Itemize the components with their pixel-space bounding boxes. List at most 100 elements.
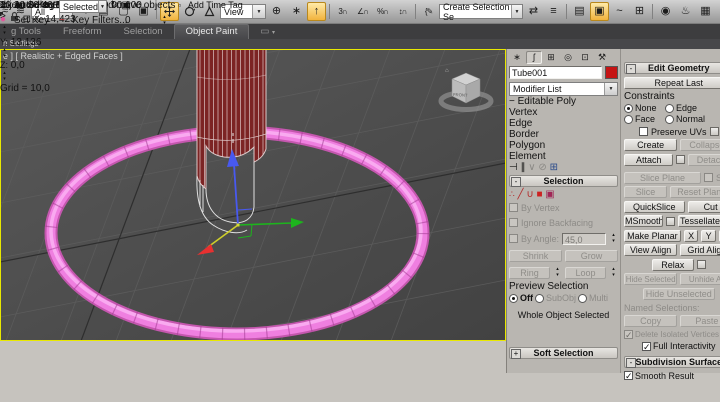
- ring-spinner[interactable]: ▴▾: [553, 267, 562, 279]
- make-planar-button[interactable]: Make Planar: [624, 230, 681, 242]
- tab-display[interactable]: ⊡: [577, 51, 593, 64]
- by-angle-checkbox[interactable]: [509, 234, 518, 243]
- layer-list-button[interactable]: ▤: [570, 2, 589, 21]
- collapse-icon[interactable]: −: [509, 96, 515, 107]
- named-selection-sets-combo[interactable]: Create Selection Se ▼: [439, 4, 523, 19]
- attach-button[interactable]: Attach: [624, 154, 673, 166]
- constraint-edge-radio[interactable]: [665, 104, 674, 113]
- element-subobject-button[interactable]: ▣: [545, 189, 554, 200]
- z-spinner[interactable]: ▴▾: [0, 71, 9, 83]
- grow-button[interactable]: Grow: [565, 250, 618, 262]
- planar-x-button[interactable]: X: [684, 230, 699, 242]
- show-end-result-button[interactable]: ∥: [521, 162, 526, 173]
- modifier-list-combo[interactable]: Modifier List ▼: [509, 82, 618, 96]
- preview-off-radio[interactable]: [509, 294, 518, 303]
- object-name-field[interactable]: Tube001: [509, 66, 602, 79]
- msmooth-settings-button[interactable]: [666, 217, 675, 226]
- keyboard-override-toggle[interactable]: ↑: [307, 2, 326, 21]
- rollout-edit-geometry[interactable]: - Edit Geometry: [624, 62, 720, 74]
- grid-align-button[interactable]: Grid Align: [680, 244, 720, 256]
- detach-button[interactable]: Detach: [688, 154, 720, 166]
- border-subobject-button[interactable]: ∪: [526, 189, 533, 200]
- curve-editor-button[interactable]: ~: [610, 2, 629, 21]
- select-and-manipulate-button[interactable]: ∗: [287, 2, 306, 21]
- viewcube-face-label[interactable]: FRONT: [453, 92, 468, 98]
- stack-item-edge[interactable]: Edge: [509, 118, 618, 129]
- material-editor-button[interactable]: ◉: [656, 2, 675, 21]
- default-tangents-button[interactable]: ~: [59, 15, 70, 28]
- collapse-button[interactable]: Collapse: [680, 139, 720, 151]
- edge-subobject-button[interactable]: ╱: [518, 189, 524, 200]
- hide-unselected-button[interactable]: Hide Unselected: [643, 288, 715, 300]
- angle-snap-toggle[interactable]: ∠∩: [353, 2, 372, 21]
- paste-button[interactable]: Paste: [680, 315, 720, 327]
- repeat-last-button[interactable]: Repeat Last: [624, 77, 720, 89]
- schematic-view-button[interactable]: ⊞: [630, 2, 649, 21]
- preview-multi-radio[interactable]: [578, 294, 587, 303]
- tab-hierarchy[interactable]: ⊞: [543, 51, 559, 64]
- cut-button[interactable]: Cut: [688, 201, 720, 213]
- by-angle-field[interactable]: 45,0: [562, 233, 606, 245]
- slice-button[interactable]: Slice: [624, 186, 667, 198]
- ring-button[interactable]: Ring: [509, 267, 550, 279]
- unhide-all-button[interactable]: Unhide All: [680, 273, 720, 285]
- render-production-button[interactable]: ♨: [716, 2, 720, 21]
- tab-modify[interactable]: ʃ: [526, 51, 542, 64]
- relax-settings-button[interactable]: [697, 260, 706, 269]
- split-checkbox[interactable]: [704, 173, 713, 182]
- stack-item-border[interactable]: Border: [509, 129, 618, 140]
- reset-plane-button[interactable]: Reset Plane: [670, 186, 720, 198]
- copy-button[interactable]: Copy: [624, 315, 677, 327]
- edit-named-selection-sets-button[interactable]: {✎: [419, 2, 438, 21]
- y-spinner[interactable]: ▴▾: [0, 48, 9, 60]
- rollout-soft-selection[interactable]: + Soft Selection: [509, 347, 618, 359]
- by-vertex-checkbox[interactable]: [509, 203, 518, 212]
- preserve-uvs-settings-button[interactable]: [710, 127, 719, 136]
- stack-item-vertex[interactable]: Vertex: [509, 107, 618, 118]
- snap-toggle-3d[interactable]: 3∩: [333, 2, 352, 21]
- set-key-button[interactable]: Set Key: [14, 15, 56, 28]
- ignore-backfacing-checkbox[interactable]: [509, 218, 518, 227]
- frame-spinner[interactable]: ▴▾: [160, 15, 169, 27]
- vertex-subobject-button[interactable]: ∴: [509, 189, 515, 199]
- planar-y-button[interactable]: Y: [701, 230, 716, 242]
- rollout-selection[interactable]: - Selection: [509, 175, 618, 187]
- msmooth-button[interactable]: MSmooth: [624, 215, 663, 227]
- quickslice-button[interactable]: QuickSlice: [624, 201, 685, 213]
- stack-item-element[interactable]: Element: [509, 151, 618, 162]
- delete-isolated-vertices-checkbox[interactable]: ✓: [624, 330, 633, 339]
- ribbon-minimize-button[interactable]: ▭ ▾: [249, 25, 286, 39]
- rollout-subdivision-surface[interactable]: - Subdivision Surface: [624, 356, 720, 368]
- shrink-button[interactable]: Shrink: [509, 250, 562, 262]
- auto-key-button[interactable]: Auto Key: [14, 0, 56, 13]
- y-coordinate-field[interactable]: 13,136: [11, 37, 42, 48]
- rendered-frame-window-button[interactable]: ▦: [696, 2, 715, 21]
- current-frame-field[interactable]: 0: [125, 15, 159, 26]
- constraint-face-radio[interactable]: [624, 115, 633, 124]
- full-interactivity-checkbox[interactable]: ✓: [642, 342, 651, 351]
- set-keys-button[interactable]: [0, 1, 12, 27]
- constraint-normal-radio[interactable]: [665, 115, 674, 124]
- maximize-viewport-button[interactable]: ▣: [121, 0, 130, 11]
- object-color-swatch[interactable]: [605, 66, 618, 79]
- remove-modifier-button[interactable]: ⊘: [538, 162, 546, 173]
- by-angle-spinner[interactable]: ▴▾: [609, 233, 618, 245]
- percent-snap-toggle[interactable]: %∩: [373, 2, 392, 21]
- preview-subobj-radio[interactable]: [535, 294, 544, 303]
- hide-selected-button[interactable]: Hide Selected: [624, 273, 677, 285]
- add-time-tag-label[interactable]: Add Time Tag: [188, 0, 243, 10]
- key-filter-combo[interactable]: Selected ▼: [59, 0, 107, 13]
- use-pivot-center-button[interactable]: ⊕: [267, 2, 286, 21]
- constraint-none-radio[interactable]: [624, 104, 633, 113]
- tab-motion[interactable]: ◎: [560, 51, 576, 64]
- tab-create[interactable]: ∗: [509, 51, 525, 64]
- slice-plane-button[interactable]: Slice Plane: [624, 172, 701, 184]
- stack-item-polygon[interactable]: Polygon: [509, 140, 618, 151]
- attach-settings-button[interactable]: [676, 155, 685, 164]
- time-tag-toggle-button[interactable]: ▫: [178, 1, 181, 10]
- viewcube-home-icon[interactable]: ⌂: [445, 68, 449, 74]
- view-align-button[interactable]: View Align: [624, 244, 677, 256]
- make-unique-button[interactable]: ∨: [528, 162, 535, 173]
- relax-button[interactable]: Relax: [652, 259, 694, 271]
- tessellate-button[interactable]: Tessellate: [678, 215, 720, 227]
